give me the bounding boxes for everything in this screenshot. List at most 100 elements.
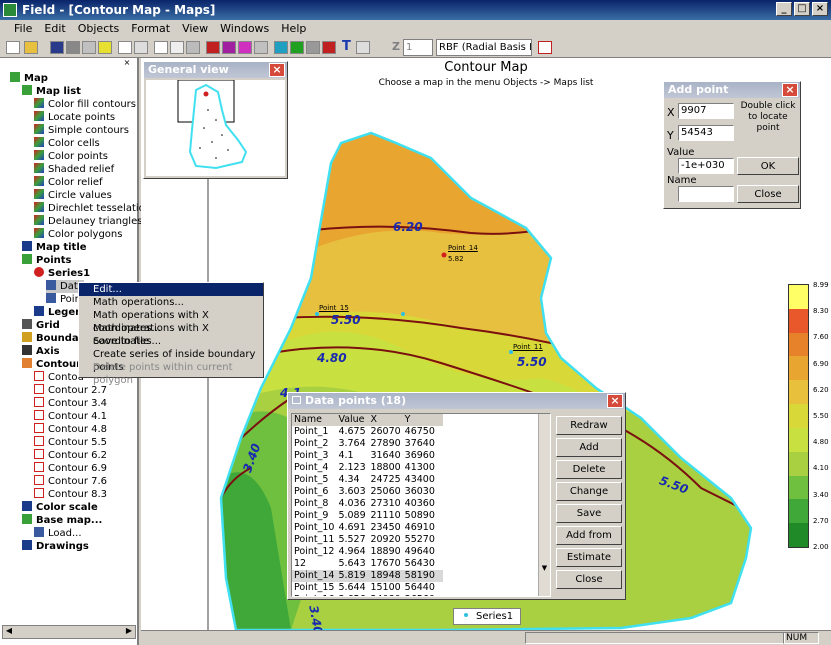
- y-input[interactable]: 54543: [678, 125, 734, 141]
- context-menu-item[interactable]: Edit...: [79, 283, 263, 296]
- tree-load[interactable]: Load...: [34, 527, 82, 540]
- tree-contour-item[interactable]: Contour 6.2: [34, 449, 107, 462]
- data-points-button[interactable]: Close: [556, 570, 622, 589]
- map-icon[interactable]: [206, 41, 220, 54]
- context-menu-item[interactable]: Math operations with X coordinates...: [79, 309, 263, 334]
- copy-icon[interactable]: [118, 41, 132, 54]
- data-points-button[interactable]: Add from file: [556, 526, 622, 559]
- name-input[interactable]: [678, 186, 734, 202]
- context-menu-item[interactable]: Create series of inside boundary points: [79, 348, 263, 373]
- zoom-icon[interactable]: [274, 41, 288, 54]
- tree-points[interactable]: Points: [22, 254, 71, 267]
- method-select[interactable]: RBF (Radial Basis F: [436, 39, 532, 56]
- data-points-button[interactable]: Redraw: [556, 416, 622, 435]
- tree-drawings[interactable]: Drawings: [22, 540, 89, 553]
- menu-format[interactable]: Format: [125, 20, 176, 38]
- add-point-titlebar[interactable]: Add point ×: [664, 82, 800, 98]
- tree-map-title[interactable]: Map title: [22, 241, 87, 254]
- tree-contour-item[interactable]: Contour 6.9: [34, 462, 107, 475]
- tree-contour-item[interactable]: Contour 4.1: [34, 410, 107, 423]
- tree-map-item[interactable]: Locate points: [34, 111, 115, 124]
- tree-axis[interactable]: Axis: [22, 345, 60, 358]
- menu-edit[interactable]: Edit: [38, 20, 71, 38]
- tree-map-item[interactable]: Color cells: [34, 137, 100, 150]
- menu-objects[interactable]: Objects: [72, 20, 126, 38]
- tree-series1[interactable]: Series1: [34, 267, 90, 280]
- pen-icon[interactable]: [356, 41, 370, 54]
- table-row[interactable]: Point_2 3.764 27890 37640: [292, 438, 443, 450]
- contour-icon[interactable]: [222, 41, 236, 54]
- context-menu-item[interactable]: Math operations with X coordinates...: [79, 322, 263, 347]
- x-input[interactable]: 9907: [678, 103, 734, 119]
- menu-view[interactable]: View: [176, 20, 214, 38]
- table-row[interactable]: Point_12 4.964 18890 49640: [292, 546, 443, 558]
- general-view-canvas[interactable]: [146, 79, 285, 176]
- column-header[interactable]: Name: [292, 414, 336, 426]
- table-row[interactable]: 12 5.643 17670 56430: [292, 558, 443, 570]
- tree-map[interactable]: Map: [10, 72, 48, 85]
- column-header[interactable]: Y: [403, 414, 443, 426]
- add-point-close-icon[interactable]: ×: [782, 83, 798, 97]
- print-icon[interactable]: [66, 41, 80, 54]
- context-menu-item[interactable]: Save to file: [79, 335, 263, 348]
- save-icon[interactable]: [50, 41, 64, 54]
- tree-map-item[interactable]: Circle values: [34, 189, 112, 202]
- general-view-close-icon[interactable]: ×: [269, 63, 285, 77]
- cells-icon[interactable]: [254, 41, 268, 54]
- tree-base-map[interactable]: Base map...: [22, 514, 102, 527]
- tree-map-item[interactable]: Simple contours: [34, 124, 129, 137]
- table-scrollbar[interactable]: ▼: [538, 414, 550, 596]
- scroll-right-icon[interactable]: ▶: [123, 626, 135, 638]
- data-points-titlebar[interactable]: Data points (18) ×: [288, 393, 625, 409]
- new-icon[interactable]: [6, 41, 20, 54]
- relief-icon[interactable]: [238, 41, 252, 54]
- context-menu-item[interactable]: Math operations...: [79, 296, 263, 309]
- data-points-button[interactable]: Change: [556, 482, 622, 501]
- table-row[interactable]: Point_1 4.675 26070 46750: [292, 426, 443, 438]
- tree-map-item[interactable]: Color points: [34, 150, 108, 163]
- table-row[interactable]: Point_4 2.123 18800 41300: [292, 462, 443, 474]
- tree-map-item[interactable]: Color fill contours: [34, 98, 136, 111]
- preview-icon[interactable]: [82, 41, 96, 54]
- table-row[interactable]: Point_3 4.1 31640 36960: [292, 450, 443, 462]
- tree-contour-item[interactable]: Contour 8.3: [34, 488, 107, 501]
- data-points-button[interactable]: Estimate: [556, 548, 622, 567]
- minimize-button[interactable]: _: [776, 2, 792, 16]
- general-view-titlebar[interactable]: General view ×: [144, 62, 287, 78]
- tree-map-item[interactable]: Delauney triangles: [34, 215, 142, 228]
- text-icon[interactable]: T: [342, 39, 351, 54]
- tree-map-item[interactable]: Direchlet tesselations: [34, 202, 156, 215]
- close-button[interactable]: ×: [812, 2, 828, 16]
- tree-legend[interactable]: Legen: [34, 306, 82, 319]
- grid-icon[interactable]: [154, 41, 168, 54]
- tree-horizontal-scrollbar[interactable]: ◀ ▶: [2, 625, 136, 639]
- export-icon[interactable]: [98, 41, 112, 54]
- tree-grid[interactable]: Grid: [22, 319, 60, 332]
- scroll-left-icon[interactable]: ◀: [3, 626, 15, 638]
- table-icon[interactable]: [170, 41, 184, 54]
- menu-file[interactable]: File: [0, 20, 38, 38]
- forward-arrow-icon[interactable]: [306, 41, 320, 54]
- panel-close-icon[interactable]: ×: [117, 58, 137, 68]
- layout-icon[interactable]: [538, 41, 552, 54]
- tree-color-scale[interactable]: Color scale: [22, 501, 98, 514]
- table-row[interactable]: Point_10 4.691 23450 46910: [292, 522, 443, 534]
- tree-contour-item[interactable]: Contour 7.6: [34, 475, 107, 488]
- table-row[interactable]: Point_5 4.34 24725 43400: [292, 474, 443, 486]
- table-row[interactable]: Point_14 5.819 18948 58190: [292, 570, 443, 582]
- tree-map-item[interactable]: Color relief: [34, 176, 103, 189]
- table-row[interactable]: Point_11 5.527 20920 55270: [292, 534, 443, 546]
- column-header[interactable]: Value: [336, 414, 368, 426]
- table-row[interactable]: Point_163.6562408036560: [292, 594, 443, 596]
- menu-help[interactable]: Help: [275, 20, 312, 38]
- menu-windows[interactable]: Windows: [214, 20, 275, 38]
- tree-contour-item[interactable]: Contour 5.5: [34, 436, 107, 449]
- tree-map-list[interactable]: Map list: [22, 85, 81, 98]
- tree-poin[interactable]: Poin: [46, 293, 81, 306]
- tree-contour-item[interactable]: Contour 3.4: [34, 397, 107, 410]
- table-row[interactable]: Point_15 5.644 15100 56440: [292, 582, 443, 594]
- columns-icon[interactable]: [186, 41, 200, 54]
- open-icon[interactable]: [24, 41, 38, 54]
- data-points-button[interactable]: Save: [556, 504, 622, 523]
- tree-map-item[interactable]: Color polygons: [34, 228, 122, 241]
